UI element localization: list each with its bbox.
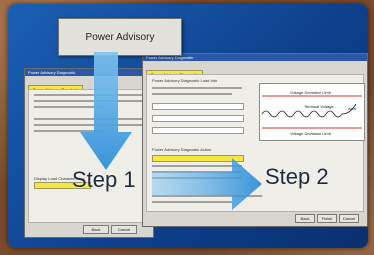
right-arrow-icon [152, 158, 262, 210]
power-advisory-banner: Power Advisory [58, 18, 182, 56]
input-field[interactable] [152, 115, 244, 122]
section-action: Power Advisory Diagnostic Action [152, 147, 212, 152]
step2-tabstrip: Power Advisory Diagnostic [143, 61, 367, 79]
step1-label: Step 1 [72, 167, 136, 192]
text-line [152, 93, 232, 95]
voltage-chart-svg: Voltage Deviation Limit Terminal Voltage… [261, 90, 362, 136]
step2-label: Step 2 [265, 164, 329, 189]
cancel-button[interactable]: Cancel [111, 225, 137, 234]
alert-label: Alert [348, 106, 357, 111]
down-arrow-icon [80, 52, 132, 170]
voltage-diagram: Voltage Deviation Limit Terminal Voltage… [259, 83, 365, 141]
terminal-voltage-wave [261, 110, 343, 118]
input-field[interactable] [152, 127, 244, 134]
terminal-voltage-label: Terminal Voltage [304, 104, 334, 109]
text-line [152, 87, 242, 89]
banner-title: Power Advisory [85, 31, 155, 43]
back-button[interactable]: Back [295, 214, 315, 223]
cancel-button[interactable]: Cancel [339, 214, 359, 223]
upper-limit-label: Voltage Deviation Limit [290, 90, 332, 95]
lower-limit-label: Voltage Deviation Limit [290, 131, 332, 136]
back-button[interactable]: Back [83, 225, 109, 234]
input-field[interactable] [152, 103, 244, 110]
finish-button[interactable]: Finish [317, 214, 337, 223]
